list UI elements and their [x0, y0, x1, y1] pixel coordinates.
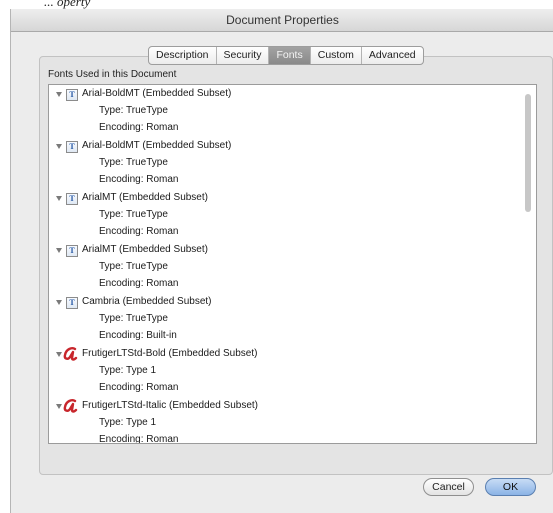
font-row[interactable]: FrutigerLTStd-Italic (Embedded Subset) [49, 398, 519, 415]
font-entry: T Arial-BoldMT (Embedded Subset) Type: Tru… [49, 86, 519, 138]
font-name: Arial-BoldMT (Embedded Subset) [82, 88, 232, 99]
font-entry: T Arial-BoldMT (Embedded Subset) Type: Tru… [49, 138, 519, 190]
font-name: ArialMT (Embedded Subset) [82, 192, 208, 203]
font-entry: FrutigerLTStd-Bold (Embedded Subset) Type… [49, 346, 519, 398]
disclosure-triangle-icon[interactable] [56, 248, 62, 253]
font-encoding: Encoding: Roman [99, 226, 179, 237]
font-encoding: Encoding: Roman [99, 382, 179, 393]
disclosure-triangle-icon[interactable] [56, 92, 62, 97]
font-encoding: Encoding: Roman [99, 122, 179, 133]
fonts-list-content: T Arial-BoldMT (Embedded Subset) Type: Tru… [49, 86, 519, 444]
font-encoding: Encoding: Roman [99, 174, 179, 185]
font-entry: T Cambria (Embedded Subset) Type: TrueType… [49, 294, 519, 346]
truetype-icon: T [66, 297, 78, 309]
font-name: ArialMT (Embedded Subset) [82, 244, 208, 255]
font-row[interactable]: T Cambria (Embedded Subset) [49, 294, 519, 311]
background-caption: ... operty [44, 0, 91, 9]
fonts-section-label: Fonts Used in this Document [48, 69, 177, 80]
font-name: Arial-BoldMT (Embedded Subset) [82, 140, 232, 151]
cancel-button[interactable]: Cancel [423, 478, 474, 496]
disclosure-triangle-icon[interactable] [56, 352, 62, 357]
truetype-icon: T [66, 141, 78, 153]
font-type: Type: Type 1 [99, 417, 157, 428]
ok-button[interactable]: OK [485, 478, 536, 496]
document-properties-dialog: Document Properties Description Security… [10, 9, 553, 513]
font-name: FrutigerLTStd-Bold (Embedded Subset) [82, 348, 258, 359]
title-bar: Document Properties [11, 9, 553, 32]
font-type: Type: Type 1 [99, 365, 157, 376]
tab-fonts[interactable]: Fonts [269, 47, 311, 64]
font-entry: T ArialMT (Embedded Subset) Type: TrueType… [49, 242, 519, 294]
scrollbar-thumb[interactable] [525, 94, 531, 212]
disclosure-triangle-icon[interactable] [56, 144, 62, 149]
font-entry: T ArialMT (Embedded Subset) Type: TrueType… [49, 190, 519, 242]
window-title: Document Properties [226, 13, 339, 27]
fonts-list[interactable]: T Arial-BoldMT (Embedded Subset) Type: Tru… [48, 84, 537, 444]
font-type: Type: TrueType [99, 313, 168, 324]
font-row[interactable]: T Arial-BoldMT (Embedded Subset) [49, 138, 519, 155]
font-row[interactable]: T ArialMT (Embedded Subset) [49, 190, 519, 207]
font-row[interactable]: T Arial-BoldMT (Embedded Subset) [49, 86, 519, 103]
font-type: Type: TrueType [99, 261, 168, 272]
tab-security[interactable]: Security [217, 47, 270, 64]
font-name: FrutigerLTStd-Italic (Embedded Subset) [82, 400, 259, 411]
vertical-scrollbar[interactable] [522, 86, 535, 442]
font-type: Type: TrueType [99, 105, 168, 116]
truetype-icon: T [66, 245, 78, 257]
type1-icon [63, 346, 79, 362]
font-name: Cambria (Embedded Subset) [82, 296, 212, 307]
tab-advanced[interactable]: Advanced [362, 47, 423, 64]
font-encoding: Encoding: Roman [99, 434, 179, 444]
disclosure-triangle-icon[interactable] [56, 404, 62, 409]
tab-custom[interactable]: Custom [311, 47, 362, 64]
font-type: Type: TrueType [99, 157, 168, 168]
disclosure-triangle-icon[interactable] [56, 196, 62, 201]
font-encoding: Encoding: Roman [99, 278, 179, 289]
tab-description[interactable]: Description [149, 47, 217, 64]
tab-bar: Description Security Fonts Custom Advanc… [148, 46, 424, 65]
font-encoding: Encoding: Built-in [99, 330, 177, 341]
font-row[interactable]: T ArialMT (Embedded Subset) [49, 242, 519, 259]
font-row[interactable]: FrutigerLTStd-Bold (Embedded Subset) [49, 346, 519, 363]
font-entry: FrutigerLTStd-Italic (Embedded Subset) Ty… [49, 398, 519, 444]
truetype-icon: T [66, 89, 78, 101]
type1-icon [63, 398, 79, 414]
font-type: Type: TrueType [99, 209, 168, 220]
disclosure-triangle-icon[interactable] [56, 300, 62, 305]
truetype-icon: T [66, 193, 78, 205]
